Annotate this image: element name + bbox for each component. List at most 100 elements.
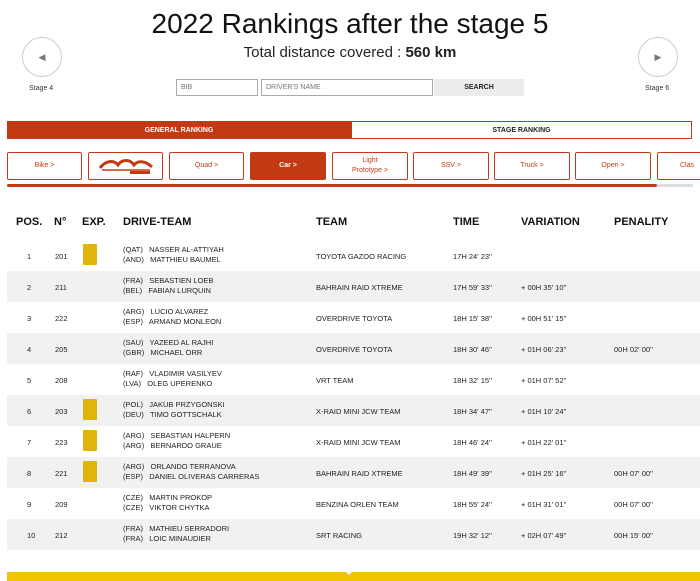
table-row[interactable]: 10 212 (FRA) MATHIEU SERRADORI (FRA) LOIC M… <box>7 519 700 550</box>
row-time: 17H 24' 23'' <box>453 252 492 261</box>
row-drive-team[interactable]: (CZE) MARTIN PROKOP (CZE) VIKTOR CHYTKA <box>123 493 212 513</box>
category-ssv[interactable]: SSV > <box>413 152 489 180</box>
search-button[interactable]: SEARCH <box>434 79 524 96</box>
category-open[interactable]: Open > <box>575 152 651 180</box>
row-driver: (ARG) SEBASTIAN HALPERN <box>123 431 231 440</box>
row-drive-team[interactable]: (FRA) MATHIEU SERRADORI (FRA) LOIC MINAUD… <box>123 524 229 544</box>
arrow-right-icon: ▶ <box>654 51 662 62</box>
row-position: 8 <box>27 469 32 478</box>
table-row[interactable]: 5 208 (RAF) VLADIMIR VASILYEV (LVA) OLEG UP… <box>7 364 700 395</box>
row-driver: (ARG) LUCIO ALVAREZ <box>123 307 209 316</box>
row-bib-number: 212 <box>55 531 68 540</box>
row-bib-number: 208 <box>55 376 68 385</box>
category-quad[interactable]: Quad > <box>169 152 244 180</box>
category-scrollbar-thumb[interactable] <box>7 184 657 187</box>
row-team: OVERDRIVE TOYOTA <box>316 345 393 354</box>
header-team: TEAM <box>316 216 348 228</box>
previous-stage-button[interactable]: ◀ <box>22 37 62 77</box>
category-light-prototype[interactable]: Light Prototype > <box>332 152 408 180</box>
row-team: TOYOTA GAZOO RACING <box>316 252 407 261</box>
row-drive-team[interactable]: (SAU) YAZEED AL RAJHI (GBR) MICHAEL ORR <box>123 338 213 358</box>
row-expert <box>83 399 99 421</box>
row-time: 19H 32' 12'' <box>453 531 492 540</box>
distance-summary: Total distance covered : 560 km <box>0 44 700 61</box>
category-scrollbar-track[interactable] <box>657 184 693 187</box>
row-expert <box>83 368 99 390</box>
row-variation: + 01H 07' 52'' <box>521 376 567 385</box>
row-drive-team[interactable]: (RAF) VLADIMIR VASILYEV (LVA) OLEG UPEREN… <box>123 369 222 389</box>
row-position: 10 <box>27 531 36 540</box>
row-penalty: 00H 02' 00'' <box>614 345 653 354</box>
row-codriver: (CZE) VIKTOR CHYTKA <box>123 503 210 512</box>
row-variation: + 01H 06' 23'' <box>521 345 567 354</box>
arrow-left-icon: ◀ <box>38 51 46 62</box>
header-variation: VARIATION <box>521 216 580 228</box>
row-position: 7 <box>27 438 32 447</box>
table-row[interactable]: 6 203 (POL) JAKUB PRZYGONSKI (DEU) TIMO GOT… <box>7 395 700 426</box>
row-time: 18H 15' 38'' <box>453 314 492 323</box>
row-variation: + 01H 31' 01'' <box>521 500 567 509</box>
header-exp: EXP. <box>82 216 106 228</box>
row-driver: (SAU) YAZEED AL RAJHI <box>123 338 214 347</box>
page-title: 2022 Rankings after the stage 5 <box>151 8 549 39</box>
row-position: 3 <box>27 314 32 323</box>
row-expert <box>83 337 99 359</box>
row-drive-team[interactable]: (ARG) LUCIO ALVAREZ (ESP) ARMAND MONLEON <box>123 307 221 327</box>
table-header: POS. N° EXP. DRIVE-TEAM TEAM TIME VARIAT… <box>0 216 700 230</box>
row-driver: (FRA) SEBASTIEN LOEB <box>123 276 214 285</box>
row-position: 6 <box>27 407 32 416</box>
row-codriver: (GBR) MICHAEL ORR <box>123 348 203 357</box>
header-time: TIME <box>453 216 480 228</box>
tab-stage-ranking[interactable]: STAGE RANKING <box>351 121 692 139</box>
row-time: 18H 30' 46'' <box>453 345 492 354</box>
row-bib-number: 223 <box>55 438 68 447</box>
next-stage-label[interactable]: Stage 6 <box>645 85 669 92</box>
row-position: 5 <box>27 376 32 385</box>
row-driver: (FRA) MATHIEU SERRADORI <box>123 524 230 533</box>
table-row[interactable]: 3 222 (ARG) LUCIO ALVAREZ (ESP) ARMAND MONL… <box>7 302 700 333</box>
category-classic-logo[interactable] <box>88 152 163 180</box>
category-bike[interactable]: Bike > <box>7 152 82 180</box>
row-team: OVERDRIVE TOYOTA <box>316 314 393 323</box>
header-penalty: PENALITY <box>614 216 669 228</box>
row-drive-team[interactable]: (POL) JAKUB PRZYGONSKI (DEU) TIMO GOTTSCH… <box>123 400 225 420</box>
row-team: BAHRAIN RAID XTREME <box>316 469 403 478</box>
category-car[interactable]: Car > <box>250 152 326 180</box>
table-row[interactable]: 7 223 (ARG) SEBASTIAN HALPERN (ARG) BERNARD… <box>7 426 700 457</box>
row-driver: (QAT) NASSER AL-ATTIYAH <box>123 245 224 254</box>
table-row[interactable]: 4 205 (SAU) YAZEED AL RAJHI (GBR) MICHAEL O… <box>7 333 700 364</box>
driver-name-input[interactable] <box>261 79 433 96</box>
row-drive-team[interactable]: (FRA) SEBASTIEN LOEB (BEL) FABIAN LURQUIN <box>123 276 213 296</box>
row-driver: (CZE) MARTIN PROKOP <box>123 493 213 502</box>
row-codriver: (ARG) BERNARDO GRAUE <box>123 441 222 450</box>
dakar-classic-logo-icon <box>98 159 153 174</box>
row-variation: + 01H 25' 16'' <box>521 469 567 478</box>
row-bib-number: 209 <box>55 500 68 509</box>
row-expert <box>83 306 99 328</box>
row-drive-team[interactable]: (ARG) ORLANDO TERRANOVA (ESP) DANIEL OLIV… <box>123 462 259 482</box>
table-row[interactable]: 2 211 (FRA) SEBASTIEN LOEB (BEL) FABIAN LUR… <box>7 271 700 302</box>
tab-general-ranking[interactable]: GENERAL RANKING <box>7 121 351 139</box>
previous-stage-label[interactable]: Stage 4 <box>29 85 53 92</box>
table-row[interactable]: 1 201 (QAT) NASSER AL-ATTIYAH (AND) MATTHIE… <box>7 240 700 271</box>
row-expert <box>83 430 99 452</box>
row-codriver: (DEU) TIMO GOTTSCHALK <box>123 410 222 419</box>
next-stage-button[interactable]: ▶ <box>638 37 678 77</box>
row-codriver: (BEL) FABIAN LURQUIN <box>123 286 211 295</box>
row-driver: (POL) JAKUB PRZYGONSKI <box>123 400 225 409</box>
scroll-down-arrow-icon[interactable] <box>344 570 354 575</box>
row-drive-team[interactable]: (ARG) SEBASTIAN HALPERN (ARG) BERNARDO GR… <box>123 431 230 451</box>
bib-input[interactable] <box>176 79 258 96</box>
category-truck[interactable]: Truck > <box>494 152 570 180</box>
header-num: N° <box>54 216 67 228</box>
row-drive-team[interactable]: (QAT) NASSER AL-ATTIYAH (AND) MATTHIEU BA… <box>123 245 224 265</box>
row-position: 9 <box>27 500 32 509</box>
category-classic[interactable]: Clas <box>657 152 700 180</box>
row-penalty: 00H 15' 00'' <box>614 531 653 540</box>
row-variation: + 02H 07' 49'' <box>521 531 567 540</box>
table-row[interactable]: 8 221 (ARG) ORLANDO TERRANOVA (ESP) DANIEL … <box>7 457 700 488</box>
row-position: 1 <box>27 252 32 261</box>
row-position: 4 <box>27 345 32 354</box>
table-row[interactable]: 9 209 (CZE) MARTIN PROKOP (CZE) VIKTOR CHYT… <box>7 488 700 519</box>
row-codriver: (ESP) DANIEL OLIVERAS CARRERAS <box>123 472 260 481</box>
